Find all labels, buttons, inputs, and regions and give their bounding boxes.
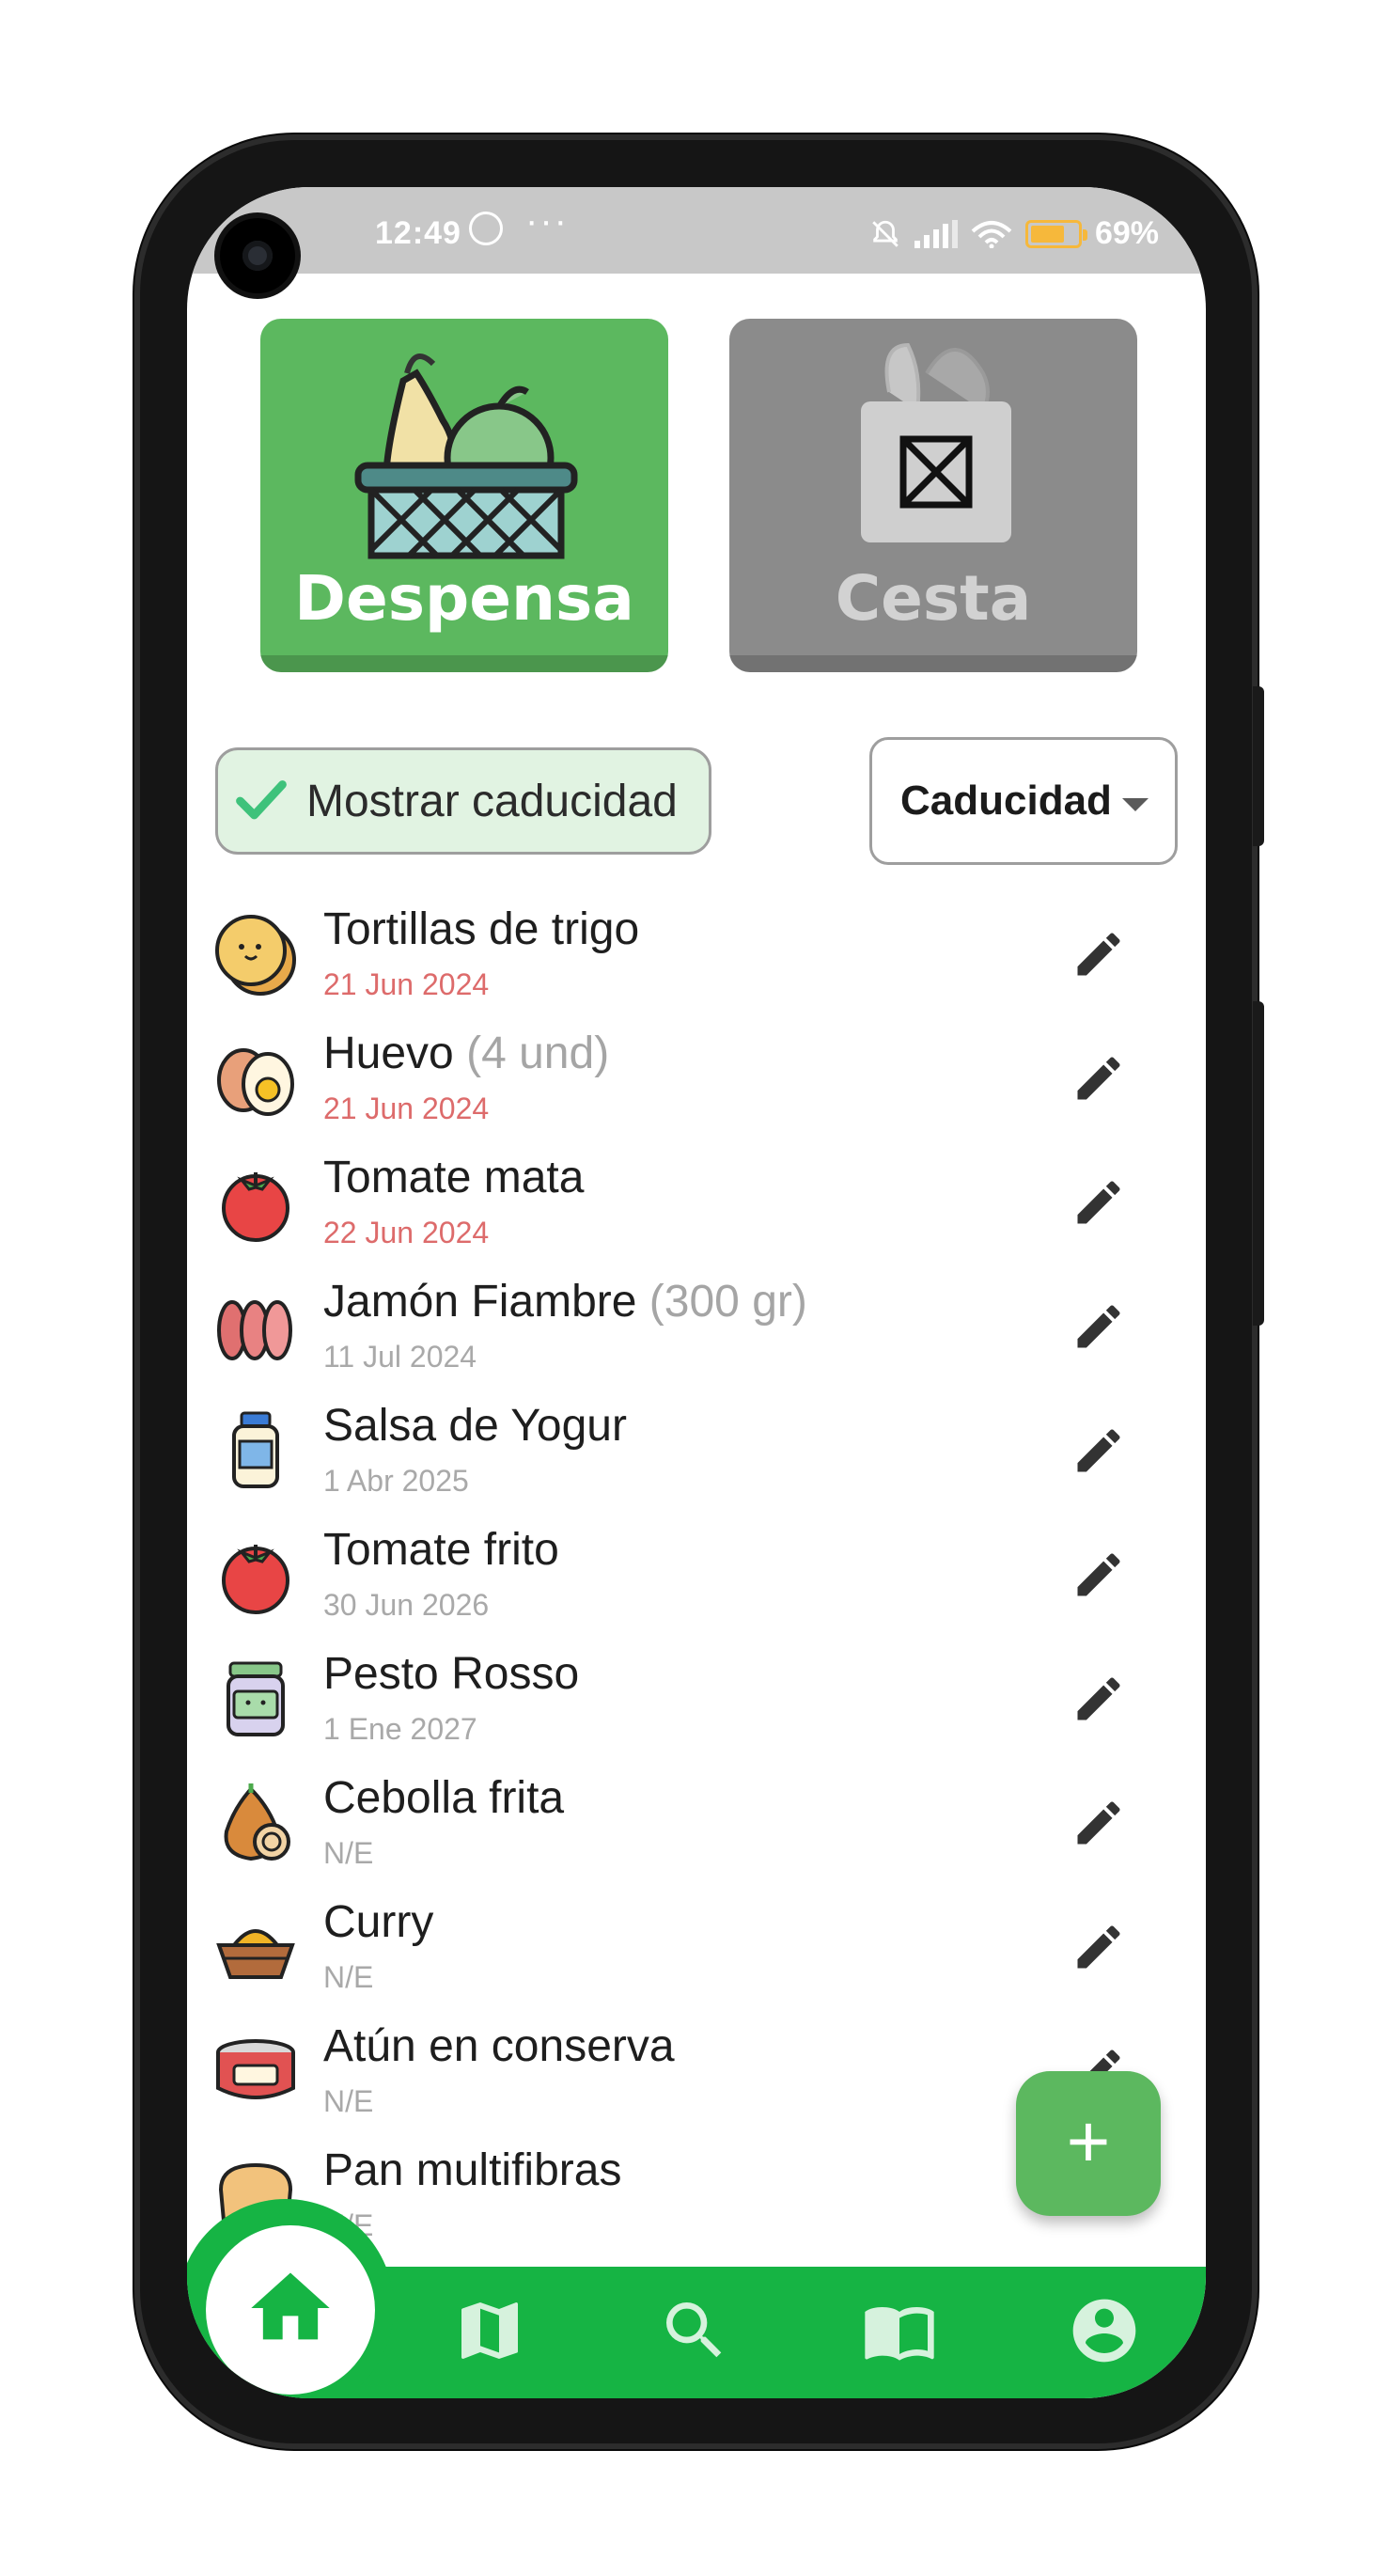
list-item[interactable]: Pesto Rosso 1 Ene 2027 (187, 1642, 1206, 1767)
tomato-icon (222, 1172, 289, 1242)
item-name: Tortillas de trigo (323, 904, 640, 954)
onion-icon (224, 1783, 290, 1861)
item-name: Jamón Fiambre (323, 1277, 637, 1327)
front-camera (220, 218, 295, 293)
edit-pencil-icon[interactable] (1071, 1671, 1127, 1727)
item-expiry: 30 Jun 2026 (323, 1588, 490, 1622)
list-item[interactable]: Tomate mata 22 Jun 2024 (187, 1146, 1206, 1270)
egg-icon (217, 1048, 294, 1116)
muted-bell-icon (872, 220, 899, 247)
tuna-can-icon (216, 2039, 295, 2099)
ham-icon (217, 1300, 292, 1360)
item-name: Pan multifibras (323, 2145, 622, 2195)
status-time: 12:49 (375, 215, 461, 251)
cesta-tab-card[interactable]: Cesta (729, 319, 1137, 672)
item-qty: (300 gr) (649, 1277, 807, 1327)
item-expiry: 21 Jun 2024 (323, 1092, 490, 1125)
fruit-basket-icon (354, 353, 578, 559)
check-icon (236, 780, 287, 820)
volume-button (1253, 1001, 1264, 1326)
chevron-down-icon (1122, 798, 1149, 811)
item-name: Curry (323, 1897, 434, 1947)
edit-pencil-icon[interactable] (1071, 1919, 1127, 1975)
item-expiry: 22 Jun 2024 (323, 1216, 490, 1249)
list-item[interactable]: Jamón Fiambre (300 gr) 11 Jul 2024 (187, 1270, 1206, 1394)
edit-pencil-icon[interactable] (1071, 1795, 1127, 1851)
list-item[interactable]: Curry N/E (187, 1891, 1206, 2015)
list-item[interactable]: Salsa de Yogur 1 Abr 2025 (187, 1394, 1206, 1518)
edit-pencil-icon[interactable] (1071, 1174, 1127, 1231)
list-item[interactable]: Cebolla frita N/E (187, 1767, 1206, 1891)
account-icon[interactable] (1067, 2293, 1142, 2368)
item-name: Salsa de Yogur (323, 1401, 627, 1451)
nav-home-button[interactable] (206, 2225, 375, 2395)
edit-pencil-icon[interactable] (1071, 1050, 1127, 1107)
home-icon (251, 2272, 330, 2340)
edit-pencil-icon[interactable] (1071, 926, 1127, 982)
item-name: Tomate frito (323, 1525, 559, 1575)
search-icon[interactable] (657, 2293, 732, 2368)
battery-icon (1024, 219, 1087, 248)
wifi-icon (971, 220, 1012, 248)
item-name: Atún en conserva (323, 2021, 675, 2071)
show-expiry-chip[interactable]: Mostrar caducidad (215, 747, 711, 855)
status-bar: 12:49 ··· 69% (187, 187, 1206, 274)
item-name: Tomate mata (323, 1153, 585, 1202)
list-item[interactable]: Tortillas de trigo 21 Jun 2024 (187, 898, 1206, 1022)
signal-icon (914, 219, 958, 248)
despensa-label: Despensa (294, 562, 634, 635)
shopping-bag-icon (861, 342, 1011, 542)
sort-dropdown[interactable]: Caducidad (869, 737, 1178, 865)
jar-icon (232, 1411, 279, 1488)
edit-pencil-icon[interactable] (1071, 1422, 1127, 1479)
item-expiry: N/E (323, 1836, 374, 1870)
item-expiry: 21 Jun 2024 (323, 967, 490, 1001)
item-name: Pesto Rosso (323, 1649, 580, 1699)
item-expiry: 1 Ene 2027 (323, 1712, 477, 1746)
recipe-book-icon[interactable] (862, 2293, 937, 2368)
list-item[interactable]: Tomate frito 30 Jun 2026 (187, 1518, 1206, 1642)
item-qty: (4 und) (466, 1029, 610, 1078)
edit-pencil-icon[interactable] (1071, 1298, 1127, 1355)
power-button (1253, 686, 1264, 846)
item-expiry: 11 Jul 2024 (323, 1340, 477, 1374)
app-screen: 12:49 ··· 69% Despensa Cesta Mostrar cad… (187, 187, 1206, 2398)
item-expiry: N/E (323, 1960, 374, 1994)
item-expiry: 1 Abr 2025 (323, 1464, 469, 1498)
curry-bowl-icon (216, 1929, 295, 1979)
add-item-button[interactable]: + (1016, 2071, 1161, 2216)
map-icon[interactable] (452, 2293, 527, 2368)
tortilla-icon (215, 915, 296, 996)
tomato-icon (222, 1545, 289, 1614)
more-notifications-icon: ··· (525, 200, 569, 242)
item-name: Huevo (323, 1029, 454, 1078)
sort-value: Caducidad (900, 778, 1112, 824)
whatsapp-icon (469, 212, 503, 245)
edit-pencil-icon[interactable] (1071, 1547, 1127, 1603)
despensa-tab-card[interactable]: Despensa (260, 319, 668, 672)
cesta-label: Cesta (835, 562, 1032, 635)
list-item[interactable]: Huevo (4 und) 21 Jun 2024 (187, 1022, 1206, 1146)
pesto-jar-icon (227, 1661, 285, 1736)
item-expiry: N/E (323, 2084, 374, 2118)
show-expiry-label: Mostrar caducidad (306, 776, 678, 826)
pantry-list: Tortillas de trigo 21 Jun 2024 Huevo (4 … (187, 898, 1206, 2263)
battery-percent: 69% (1094, 215, 1159, 251)
item-name: Cebolla frita (323, 1773, 565, 1823)
